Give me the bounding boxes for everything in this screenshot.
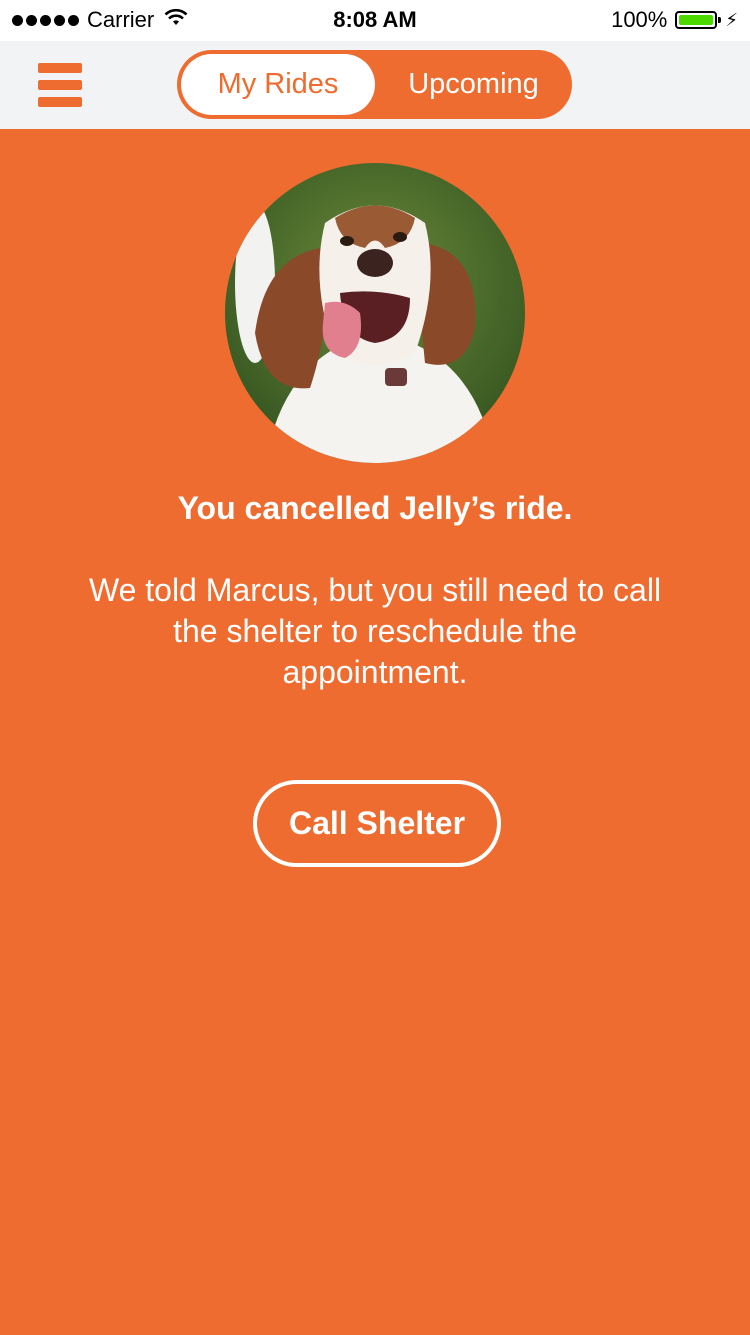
dog-avatar	[225, 163, 525, 463]
rides-segmented-control: My Rides Upcoming	[177, 50, 572, 119]
status-bar: Carrier 8:08 AM 100% ⚡	[0, 0, 750, 41]
status-right: 100% ⚡	[611, 7, 738, 33]
charging-icon: ⚡	[725, 9, 738, 30]
tab-upcoming[interactable]: Upcoming	[375, 54, 572, 115]
cancel-title: You cancelled Jelly’s ride.	[177, 490, 573, 526]
nav-bar: My Rides Upcoming	[0, 41, 750, 129]
call-shelter-button[interactable]: Call Shelter	[253, 780, 501, 867]
cancel-message: We told Marcus, but you still need to ca…	[88, 572, 662, 690]
battery-icon	[675, 11, 722, 29]
hamburger-menu-icon[interactable]	[38, 63, 82, 107]
tab-my-rides[interactable]: My Rides	[181, 54, 375, 115]
battery-percent: 100%	[611, 7, 668, 32]
